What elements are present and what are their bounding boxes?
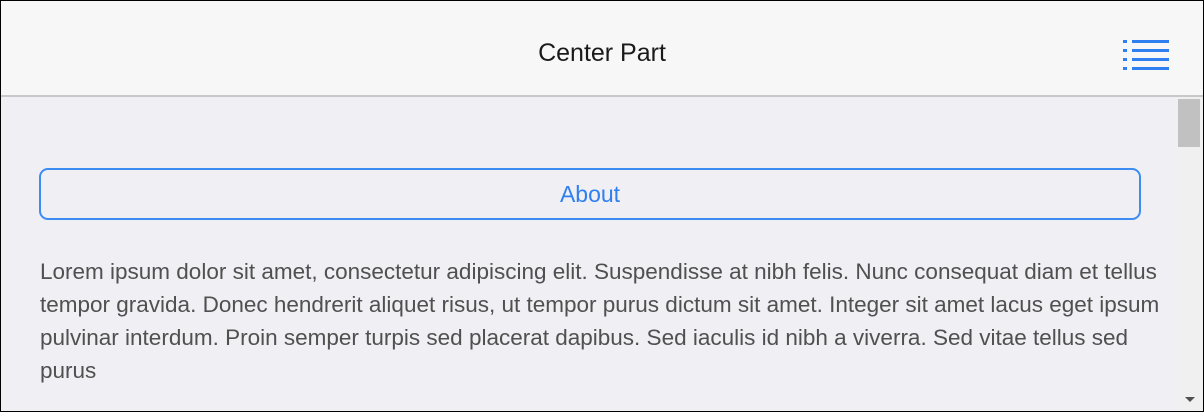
scroll-down-button[interactable] — [1177, 389, 1203, 411]
app-window: Center Part About Lorem ipsum dolor sit … — [0, 0, 1204, 412]
about-button[interactable]: About — [39, 168, 1141, 220]
menu-button[interactable] — [1123, 39, 1171, 71]
triangle-down-icon — [1185, 397, 1195, 402]
navigation-bar: Center Part — [1, 1, 1203, 97]
vertical-scrollbar[interactable] — [1177, 97, 1203, 411]
body-paragraph: Lorem ipsum dolor sit amet, consectetur … — [40, 259, 1160, 383]
list-icon — [1123, 40, 1169, 70]
scrollbar-thumb[interactable] — [1178, 99, 1200, 147]
page-title: Center Part — [538, 39, 666, 67]
content-area[interactable]: About Lorem ipsum dolor sit amet, consec… — [1, 97, 1177, 411]
